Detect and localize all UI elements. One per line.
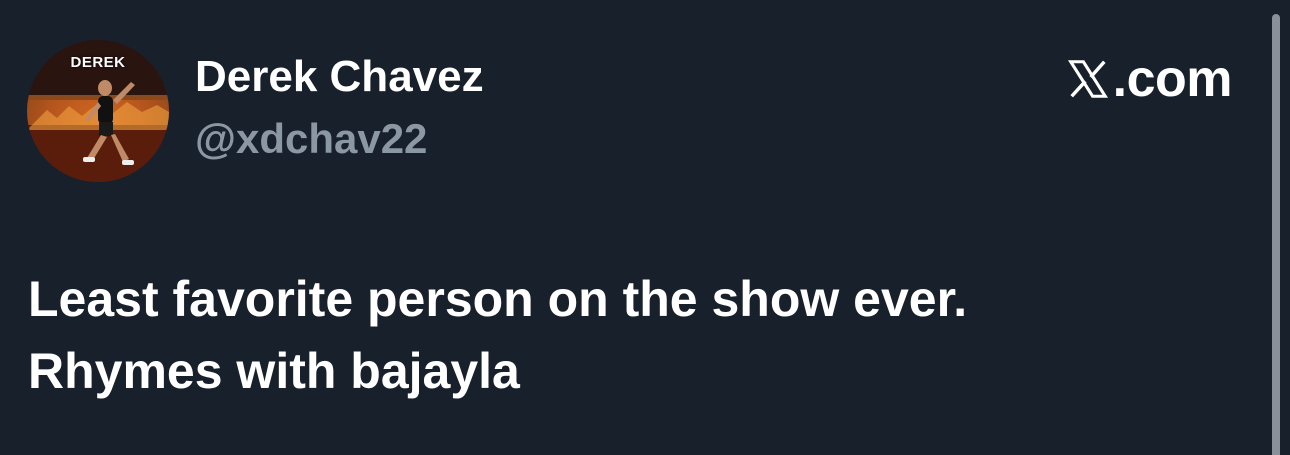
avatar-label: DEREK	[70, 54, 126, 71]
post-text: Least favorite person on the show ever. …	[28, 263, 1228, 407]
user-handle[interactable]: @xdchav22	[195, 118, 427, 160]
post-text-line: Rhymes with bajayla	[28, 343, 520, 399]
brand-watermark: .com	[1065, 50, 1233, 108]
scrollbar[interactable]	[1272, 14, 1280, 455]
display-name[interactable]: Derek Chavez	[195, 55, 484, 99]
brand-domain: .com	[1112, 50, 1233, 108]
x-logo-icon	[1065, 56, 1111, 102]
avatar[interactable]: DEREK	[27, 40, 169, 182]
post-text-line: Least favorite person on the show ever.	[28, 271, 968, 327]
